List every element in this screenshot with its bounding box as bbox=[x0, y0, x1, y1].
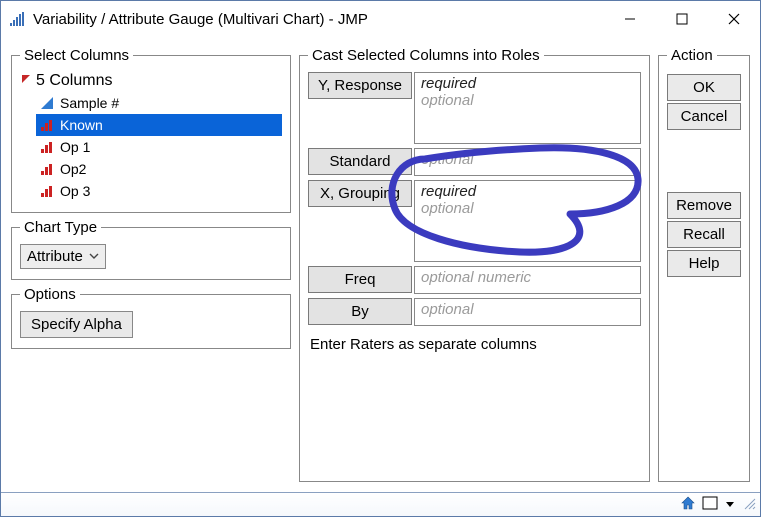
nominal-icon bbox=[40, 184, 56, 198]
by-dropzone[interactable]: optional bbox=[414, 298, 641, 326]
options-group: Options Specify Alpha bbox=[11, 286, 291, 349]
x-optional-label: optional bbox=[421, 200, 634, 217]
cast-roles-legend: Cast Selected Columns into Roles bbox=[308, 47, 544, 64]
x-required-label: required bbox=[421, 183, 634, 200]
home-icon[interactable] bbox=[680, 495, 696, 514]
columns-list: Sample # Known Op 1 Op2 Op 3 bbox=[20, 92, 282, 202]
column-item[interactable]: Known bbox=[36, 114, 282, 136]
app-window: Variability / Attribute Gauge (Multivari… bbox=[0, 0, 761, 517]
app-icon bbox=[9, 11, 25, 27]
standard-button[interactable]: Standard bbox=[308, 148, 412, 175]
standard-dropzone[interactable]: optional bbox=[414, 148, 641, 176]
dialog-content: Select Columns 5 Columns Sample # Known Op… bbox=[1, 37, 760, 492]
column-item[interactable]: Sample # bbox=[36, 92, 282, 114]
maximize-button[interactable] bbox=[656, 1, 708, 37]
window-title: Variability / Attribute Gauge (Multivari… bbox=[33, 11, 368, 28]
column-item[interactable]: Op 3 bbox=[36, 180, 282, 202]
ok-button[interactable]: OK bbox=[667, 74, 741, 101]
close-button[interactable] bbox=[708, 1, 760, 37]
action-legend: Action bbox=[667, 47, 717, 64]
remove-button[interactable]: Remove bbox=[667, 192, 741, 219]
role-row-x: X, Grouping required optional bbox=[308, 180, 641, 262]
cancel-button[interactable]: Cancel bbox=[667, 103, 741, 130]
column-item-label: Known bbox=[60, 117, 103, 133]
help-button[interactable]: Help bbox=[667, 250, 741, 277]
role-row-freq: Freq optional numeric bbox=[308, 266, 641, 294]
select-columns-group: Select Columns 5 Columns Sample # Known Op… bbox=[11, 47, 291, 213]
role-row-standard: Standard optional bbox=[308, 148, 641, 176]
chevron-down-icon bbox=[89, 248, 99, 265]
role-row-by: By optional bbox=[308, 298, 641, 326]
x-grouping-button[interactable]: X, Grouping bbox=[308, 180, 412, 207]
freq-button[interactable]: Freq bbox=[308, 266, 412, 293]
cast-roles-group: Cast Selected Columns into Roles Y, Resp… bbox=[299, 47, 650, 482]
chart-type-value: Attribute bbox=[27, 248, 83, 265]
select-columns-legend: Select Columns bbox=[20, 47, 133, 64]
minimize-button[interactable] bbox=[604, 1, 656, 37]
x-grouping-dropzone[interactable]: required optional bbox=[414, 180, 641, 262]
action-group: Action OK Cancel Remove Recall Help bbox=[658, 47, 750, 482]
options-legend: Options bbox=[20, 286, 80, 303]
freq-dropzone[interactable]: optional numeric bbox=[414, 266, 641, 294]
by-optional-label: optional bbox=[421, 301, 634, 318]
nominal-icon bbox=[40, 118, 56, 132]
titlebar: Variability / Attribute Gauge (Multivari… bbox=[1, 1, 760, 37]
standard-optional-label: optional bbox=[421, 151, 634, 168]
raters-hint: Enter Raters as separate columns bbox=[308, 330, 641, 353]
y-optional-label: optional bbox=[421, 92, 634, 109]
freq-optional-label: optional numeric bbox=[421, 269, 634, 286]
chart-type-group: Chart Type Attribute bbox=[11, 219, 291, 280]
column-item-label: Sample # bbox=[60, 95, 119, 111]
column-item[interactable]: Op2 bbox=[36, 158, 282, 180]
color-box-icon[interactable] bbox=[702, 496, 718, 513]
specify-alpha-button[interactable]: Specify Alpha bbox=[20, 311, 133, 338]
column-item-label: Op 1 bbox=[60, 139, 90, 155]
column-item-label: Op 3 bbox=[60, 183, 90, 199]
resize-grip-icon[interactable] bbox=[742, 496, 756, 513]
role-row-y: Y, Response required optional bbox=[308, 72, 641, 144]
ordinal-icon bbox=[40, 96, 56, 110]
by-button[interactable]: By bbox=[308, 298, 412, 325]
nominal-icon bbox=[40, 162, 56, 176]
column-item[interactable]: Op 1 bbox=[36, 136, 282, 158]
y-required-label: required bbox=[421, 75, 634, 92]
column-item-label: Op2 bbox=[60, 161, 86, 177]
chart-type-legend: Chart Type bbox=[20, 219, 101, 236]
disclosure-icon bbox=[20, 72, 32, 90]
nominal-icon bbox=[40, 140, 56, 154]
recall-button[interactable]: Recall bbox=[667, 221, 741, 248]
columns-count-label: 5 Columns bbox=[36, 72, 112, 90]
chart-type-select[interactable]: Attribute bbox=[20, 244, 106, 269]
dropdown-triangle-icon[interactable] bbox=[724, 497, 736, 513]
y-response-button[interactable]: Y, Response bbox=[308, 72, 412, 99]
columns-count-row[interactable]: 5 Columns bbox=[20, 72, 282, 90]
y-response-dropzone[interactable]: required optional bbox=[414, 72, 641, 144]
statusbar bbox=[1, 492, 760, 516]
window-controls bbox=[604, 1, 760, 37]
